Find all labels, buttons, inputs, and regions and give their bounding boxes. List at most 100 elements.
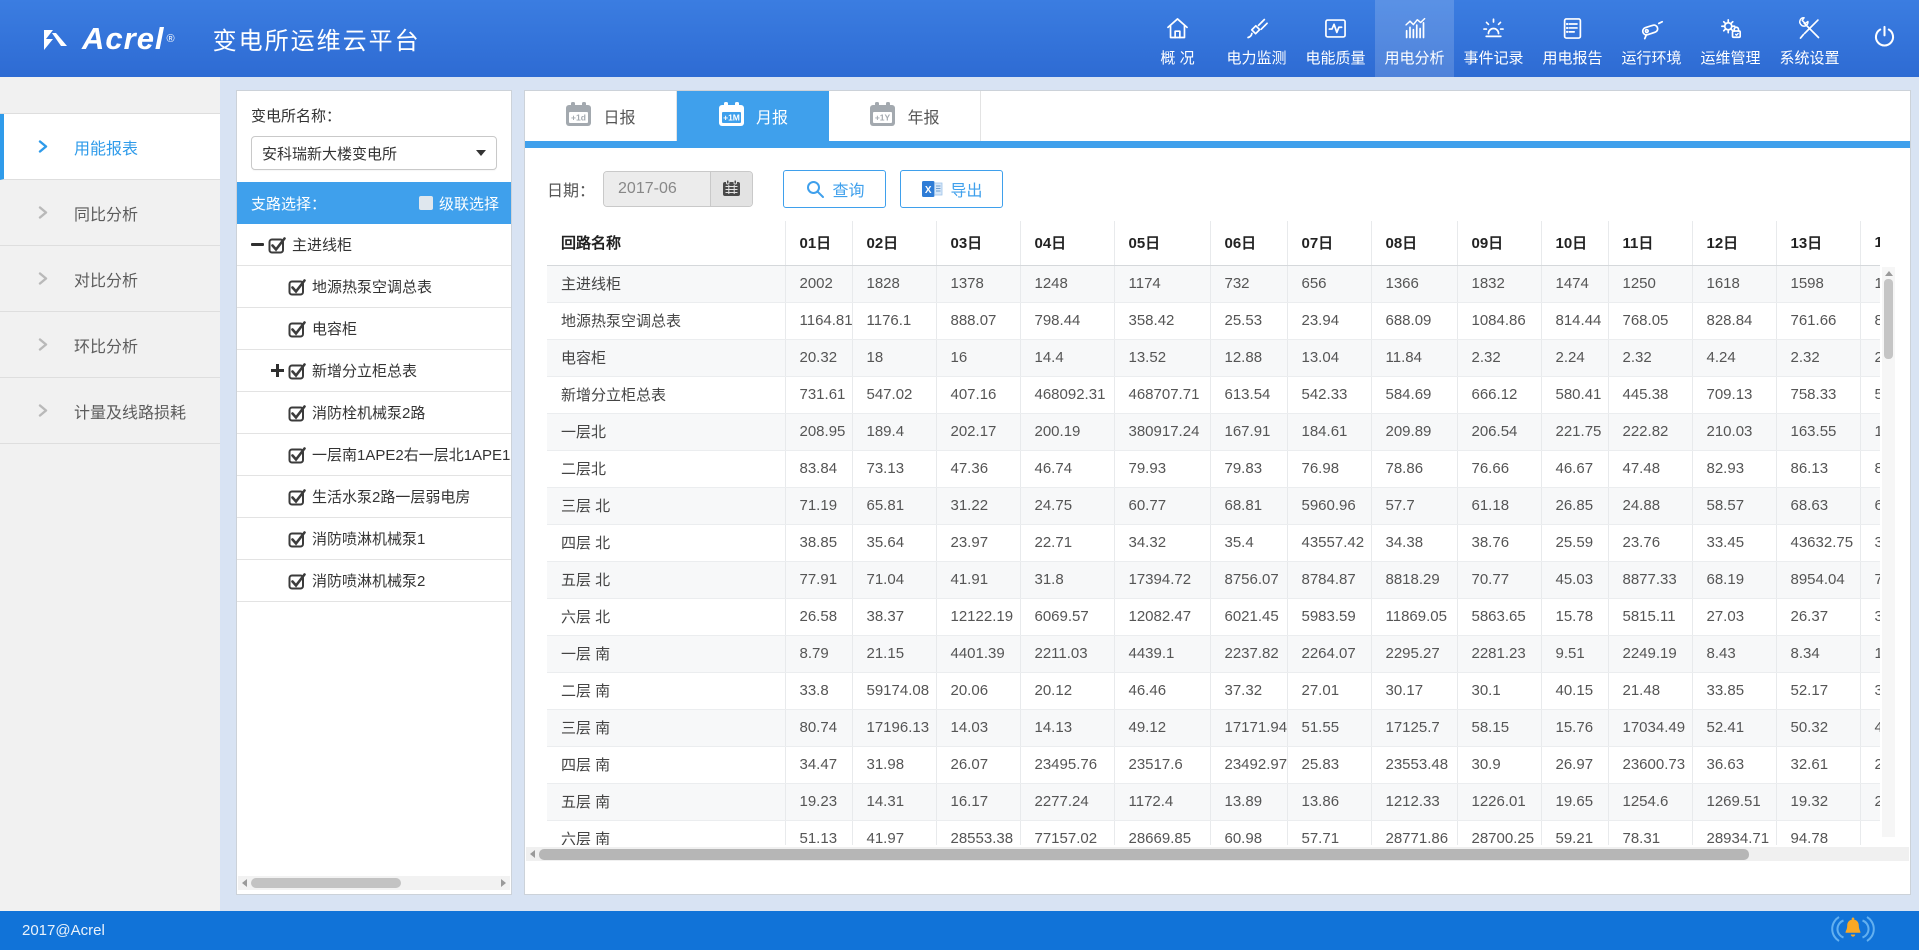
table-cell: 38.85 xyxy=(785,524,852,561)
table-cell: 45.03 xyxy=(1541,561,1608,598)
nav-item-plug[interactable]: 电力监测 xyxy=(1217,0,1296,77)
tree-node[interactable]: 地源热泵空调总表 xyxy=(237,266,511,308)
station-select[interactable]: 安科瑞新大楼变电所 xyxy=(251,136,497,170)
power-icon xyxy=(1871,23,1898,55)
tree-node[interactable]: 一层南1APE2右一层北1APE1左 xyxy=(237,434,511,476)
table-cell: 1248 xyxy=(1020,265,1114,302)
table-cell: 23.94 xyxy=(1287,302,1371,339)
table-cell: 1832 xyxy=(1457,265,1541,302)
checked-checkbox-icon[interactable] xyxy=(288,404,307,422)
sidebar-item[interactable]: 用能报表 xyxy=(0,114,220,180)
row-name: 电容柜 xyxy=(547,339,785,376)
checked-checkbox-icon[interactable] xyxy=(288,488,307,506)
table-cell: 584.69 xyxy=(1371,376,1457,413)
checked-checkbox-icon[interactable] xyxy=(288,278,307,296)
logout-button[interactable] xyxy=(1849,0,1919,77)
table-cell: 11869.05 xyxy=(1371,598,1457,635)
query-button[interactable]: 查询 xyxy=(783,170,886,208)
nav-item-label: 运维管理 xyxy=(1700,47,1760,68)
checked-checkbox-icon[interactable] xyxy=(288,320,307,338)
table-cell: 1598 xyxy=(1776,265,1860,302)
tree-scroll-thumb[interactable] xyxy=(251,878,401,888)
table-cell: 26.07 xyxy=(936,746,1020,783)
table-cell: 43557.42 xyxy=(1287,524,1371,561)
tree-node[interactable]: 电容柜 xyxy=(237,308,511,350)
table-cell: 761.66 xyxy=(1776,302,1860,339)
tab-label: 月报 xyxy=(756,104,788,128)
nav-item-label: 用电分析 xyxy=(1384,47,1444,68)
tab-月报[interactable]: +1M 月报 xyxy=(677,91,829,141)
tree-node[interactable]: 消防喷淋机械泵1 xyxy=(237,518,511,560)
horizontal-scroll-thumb[interactable] xyxy=(539,849,1749,860)
table-cell: 4.24 xyxy=(1692,339,1776,376)
export-button[interactable]: X 导出 xyxy=(900,170,1003,208)
table-horizontal-scrollbar[interactable] xyxy=(526,847,1909,861)
tree-node-label: 电容柜 xyxy=(312,318,357,339)
table-cell: 28700.25 xyxy=(1457,820,1541,845)
collapse-icon[interactable] xyxy=(251,243,264,246)
table-cell: 828.84 xyxy=(1692,302,1776,339)
tree-node[interactable]: 消防喷淋机械泵2 xyxy=(237,560,511,602)
tree-node[interactable]: 主进线柜 xyxy=(237,224,511,266)
table-cell: 2.32 xyxy=(1457,339,1541,376)
tree-node[interactable]: 生活水泵2路一层弱电房 xyxy=(237,476,511,518)
table-cell: 24.88 xyxy=(1608,487,1692,524)
nav-item-gear-lock[interactable]: 运维管理 xyxy=(1691,0,1770,77)
nav-item-camera[interactable]: 运行环境 xyxy=(1612,0,1691,77)
svg-text:+1Y: +1Y xyxy=(875,112,891,122)
tree-node[interactable]: 新增分立柜总表 xyxy=(237,350,511,392)
sidebar-item[interactable]: 计量及线路损耗 xyxy=(0,378,220,444)
date-input[interactable] xyxy=(604,172,710,206)
cascade-select-toggle[interactable]: 级联选择 xyxy=(419,193,499,214)
table-cell: 38.76 xyxy=(1457,524,1541,561)
nav-item-waveform[interactable]: 电能质量 xyxy=(1296,0,1375,77)
table-cell: 8.79 xyxy=(785,635,852,672)
nav-item-tools[interactable]: 系统设置 xyxy=(1770,0,1849,77)
scroll-left-icon[interactable] xyxy=(242,879,247,887)
table-cell: 82.93 xyxy=(1692,450,1776,487)
notification-button[interactable] xyxy=(1829,914,1877,948)
tab-日报[interactable]: +1d日报 xyxy=(525,91,677,141)
table-cell: 5983.59 xyxy=(1287,598,1371,635)
table-cell: 1 xyxy=(1860,265,1880,302)
nav-item-home[interactable]: 概 况 xyxy=(1138,0,1217,77)
checked-checkbox-icon[interactable] xyxy=(288,446,307,464)
column-header: 07日 xyxy=(1287,221,1371,265)
table-cell: 22.71 xyxy=(1020,524,1114,561)
table-vertical-scrollbar[interactable] xyxy=(1882,267,1895,837)
nav-item-alarm[interactable]: 事件记录 xyxy=(1454,0,1533,77)
tab-年报[interactable]: +1Y年报 xyxy=(829,91,981,141)
vertical-scroll-thumb[interactable] xyxy=(1884,279,1893,359)
sidebar-item[interactable]: 对比分析 xyxy=(0,246,220,312)
tree-horizontal-scrollbar[interactable] xyxy=(238,876,510,890)
sidebar-item[interactable]: 环比分析 xyxy=(0,312,220,378)
tree-node-label: 生活水泵2路一层弱电房 xyxy=(312,486,470,507)
table-cell: 1250 xyxy=(1608,265,1692,302)
table-cell: 1618 xyxy=(1692,265,1776,302)
scroll-up-icon[interactable] xyxy=(1885,271,1893,276)
calendar-button[interactable] xyxy=(710,172,752,206)
table-cell: 2249.19 xyxy=(1608,635,1692,672)
checked-checkbox-icon[interactable] xyxy=(268,236,287,254)
expand-icon[interactable] xyxy=(271,364,284,377)
checked-checkbox-icon[interactable] xyxy=(288,572,307,590)
sidebar-item[interactable]: 同比分析 xyxy=(0,180,220,246)
chevron-right-icon xyxy=(38,404,48,417)
table-cell: 57.7 xyxy=(1371,487,1457,524)
table-cell: 8877.33 xyxy=(1608,561,1692,598)
row-name: 主进线柜 xyxy=(547,265,785,302)
checked-checkbox-icon[interactable] xyxy=(288,530,307,548)
table-cell: 163.55 xyxy=(1776,413,1860,450)
calendar-badge-icon: +1M xyxy=(718,101,746,132)
scroll-left-icon[interactable] xyxy=(530,850,535,858)
scroll-right-icon[interactable] xyxy=(501,879,506,887)
tree-node[interactable]: 消防栓机械泵2路 xyxy=(237,392,511,434)
checked-checkbox-icon[interactable] xyxy=(288,362,307,380)
table-cell: 46.74 xyxy=(1020,450,1114,487)
table-cell: 50.32 xyxy=(1776,709,1860,746)
nav-item-bar-chart[interactable]: 用电分析 xyxy=(1375,0,1454,77)
nav-item-report[interactable]: 用电报告 xyxy=(1533,0,1612,77)
cascade-checkbox[interactable] xyxy=(419,196,433,210)
table-cell: 77.91 xyxy=(785,561,852,598)
table-cell: 208.95 xyxy=(785,413,852,450)
